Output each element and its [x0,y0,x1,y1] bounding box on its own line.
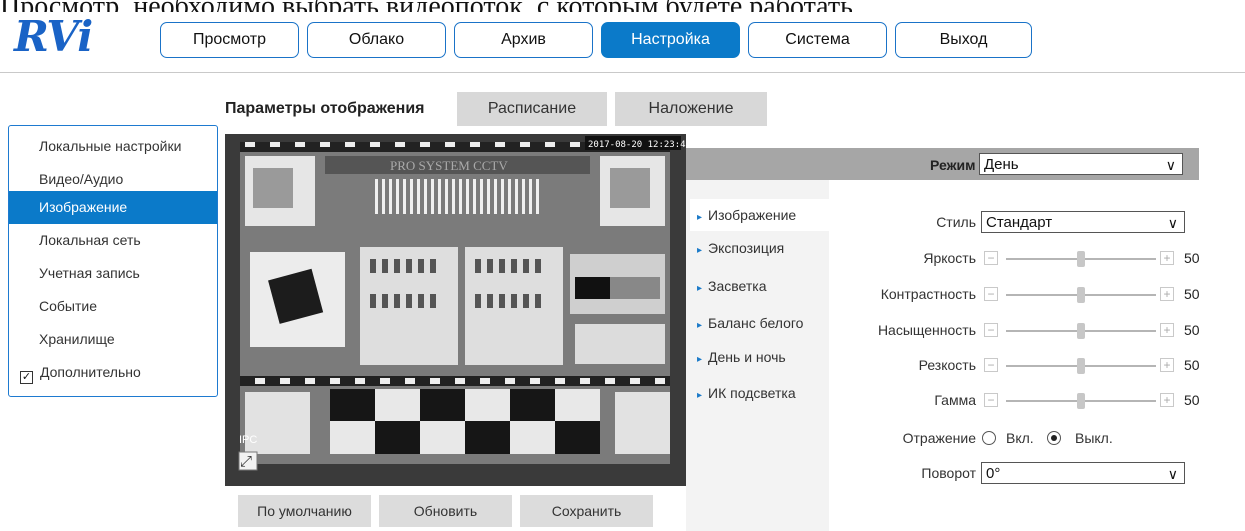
mode-select-value: День [984,156,1019,173]
submenu-white-balance[interactable]: ▸ Баланс белого [697,315,803,331]
submenu-exposure[interactable]: ▸ Экспозиция [697,240,784,256]
triangle-right-icon: ▸ [697,390,703,401]
mirror-label: Отражение [902,430,976,446]
sharpness-value: 50 [1184,357,1200,373]
advanced-label[interactable]: Дополнительно [40,364,141,380]
nav-logout[interactable]: Выход [895,22,1032,58]
sidebar-item-network[interactable]: Локальная сеть [9,224,217,257]
triangle-right-icon: ▸ [697,245,703,256]
style-select-value: Стандарт [986,214,1053,231]
plus-icon[interactable]: + [1160,358,1174,372]
triangle-right-icon: ▸ [697,320,703,331]
video-timestamp: 2017-08-20 12:23:49 [588,140,686,150]
test-chart-image: PRO SYSTEM CCTV 2017-08-20 12:23:49 IPC … [225,134,686,486]
minus-icon[interactable]: − [984,358,998,372]
mirror-on-label: Вкл. [1006,430,1034,446]
top-nav: Просмотр Облако Архив Настройка Система … [160,22,1032,58]
minus-icon[interactable]: − [984,251,998,265]
submenu-backlight-label: Засветка [708,278,767,294]
submenu-white-balance-label: Баланс белого [708,315,804,331]
plus-icon[interactable]: + [1160,251,1174,265]
submenu-image-label: Изображение [708,207,797,223]
submenu-ir[interactable]: ▸ ИК подсветка [697,385,796,401]
submenu-exposure-label: Экспозиция [708,240,785,256]
saturation-value: 50 [1184,322,1200,338]
fullscreen-icon: ⤢ [240,452,253,470]
minus-icon[interactable]: − [984,393,998,407]
triangle-right-icon: ▸ [697,283,703,294]
advanced-checkbox[interactable]: ✓ [20,371,33,384]
chevron-down-icon: ∨ [1165,157,1176,173]
contrast-value: 50 [1184,286,1200,302]
rotate-select-value: 0° [986,465,1001,482]
rotate-select[interactable]: 0° ∨ [981,462,1185,484]
contrast-label: Контрастность [880,286,976,302]
saturation-thumb[interactable] [1077,323,1085,339]
plus-icon[interactable]: + [1160,287,1174,301]
mode-select[interactable]: День ∨ [979,153,1183,175]
nav-settings[interactable]: Настройка [601,22,740,58]
header-divider [0,72,1245,73]
submenu-day-night[interactable]: ▸ День и ночь [697,349,786,365]
minus-icon[interactable]: − [984,287,998,301]
refresh-button[interactable]: Обновить [379,495,512,527]
submenu-ir-label: ИК подсветка [708,385,796,401]
nav-view[interactable]: Просмотр [160,22,299,58]
gamma-thumb[interactable] [1077,393,1085,409]
rvi-logo: RVi [14,12,93,61]
chevron-down-icon: ∨ [1167,215,1178,231]
chart-brand-text: PRO SYSTEM CCTV [390,158,508,173]
brightness-value: 50 [1184,250,1200,266]
plus-icon[interactable]: + [1160,393,1174,407]
mirror-off-radio[interactable] [1047,431,1061,445]
rotate-label: Поворот [921,465,976,481]
style-select[interactable]: Стандарт ∨ [981,211,1185,233]
sharpness-thumb[interactable] [1077,358,1085,374]
sidebar: Локальные настройки Видео/Аудио Изображе… [8,125,218,397]
style-label: Стиль [936,214,976,230]
tab-overlay[interactable]: Наложение [615,92,767,126]
gamma-label: Гамма [934,392,976,408]
nav-archive[interactable]: Архив [454,22,593,58]
mirror-on-radio[interactable] [982,431,996,445]
overlay-caption: Просмотр, необходимо выбрать видеопоток,… [0,0,1245,12]
default-button[interactable]: По умолчанию [238,495,371,527]
sidebar-item-local-settings[interactable]: Локальные настройки [9,130,217,163]
gamma-value: 50 [1184,392,1200,408]
chevron-down-icon: ∨ [1167,466,1178,482]
plus-icon[interactable]: + [1160,323,1174,337]
triangle-right-icon: ▸ [697,212,703,223]
triangle-right-icon: ▸ [697,354,703,365]
brightness-label: Яркость [923,250,976,266]
submenu-backlight[interactable]: ▸ Засветка [697,278,767,294]
brightness-thumb[interactable] [1077,251,1085,267]
mode-label: Режим [930,157,976,173]
nav-cloud[interactable]: Облако [307,22,446,58]
mirror-off-label: Выкл. [1075,430,1113,446]
sharpness-label: Резкость [918,357,976,373]
minus-icon[interactable]: − [984,323,998,337]
sidebar-item-events[interactable]: Событие [9,290,217,323]
nav-system[interactable]: Система [748,22,887,58]
saturation-label: Насыщенность [877,322,976,338]
submenu-day-night-label: День и ночь [708,349,786,365]
tab-display-params[interactable]: Параметры отображения [225,92,457,126]
sidebar-item-account[interactable]: Учетная запись [9,257,217,290]
submenu-image[interactable]: ▸ Изображение [697,207,796,223]
channel-label: IPC [239,434,257,446]
sidebar-item-storage[interactable]: Хранилище [9,323,217,356]
contrast-thumb[interactable] [1077,287,1085,303]
tab-schedule[interactable]: Расписание [457,92,607,126]
save-button[interactable]: Сохранить [520,495,653,527]
video-preview[interactable]: PRO SYSTEM CCTV 2017-08-20 12:23:49 IPC … [225,134,686,486]
sidebar-item-image[interactable]: Изображение [9,191,217,224]
